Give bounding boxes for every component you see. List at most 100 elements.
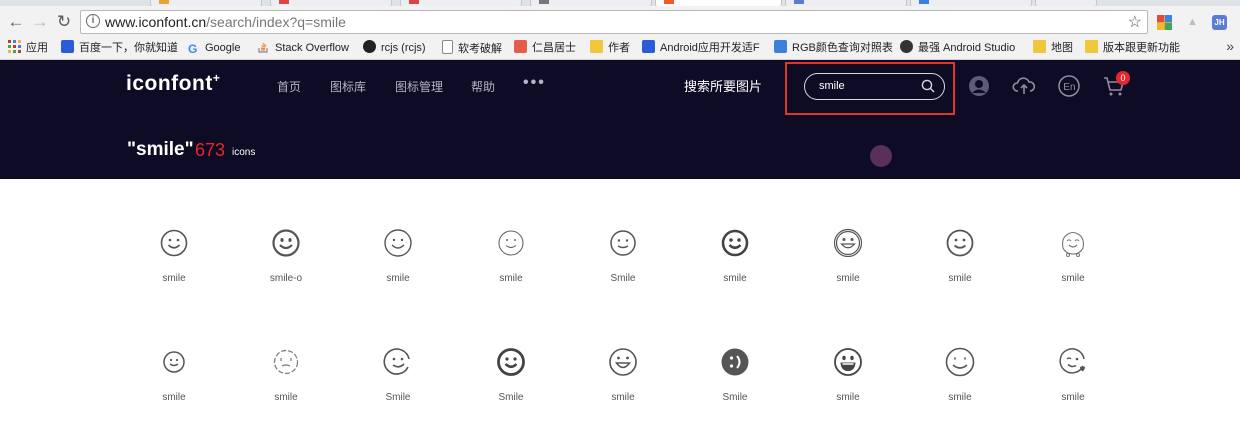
- search-icon[interactable]: [921, 79, 935, 93]
- search-box[interactable]: [804, 73, 945, 100]
- smile-wide-icon: [945, 347, 975, 377]
- icon-card-label: smile: [162, 392, 186, 403]
- icon-card[interactable]: smile: [920, 347, 1000, 427]
- language-en-icon[interactable]: En: [1057, 74, 1081, 98]
- icon-card[interactable]: smile: [920, 228, 1000, 308]
- bookmark-label: 百度一下，你就知道: [79, 42, 178, 54]
- bookmark-baidu[interactable]: 百度一下，你就知道: [61, 40, 178, 56]
- bookmark-stackoverflow[interactable]: Stack Overflow: [257, 40, 349, 56]
- site-logo[interactable]: iconfont+: [126, 71, 220, 96]
- smile-bold-icon: [721, 229, 749, 257]
- bookmark-github[interactable]: rcjs (rcjs): [363, 40, 426, 56]
- bookmark-renchang[interactable]: 仁昌居士: [514, 40, 576, 56]
- bookmark-google[interactable]: G Google: [188, 40, 240, 56]
- icon-card[interactable]: Smile: [358, 347, 438, 427]
- icon-card[interactable]: smile: [808, 228, 888, 308]
- search-by-image-link[interactable]: 搜索所要图片: [684, 76, 762, 95]
- search-result-unit: icons: [232, 147, 256, 158]
- icon-card[interactable]: smile: [1033, 228, 1113, 308]
- logo-text: iconfont: [126, 72, 213, 95]
- icon-card[interactable]: smile: [246, 347, 326, 427]
- tab-favicon-icon: [664, 0, 674, 4]
- icon-card-label: smile: [836, 392, 860, 403]
- back-arrow-icon[interactable]: ←: [6, 12, 26, 32]
- address-url[interactable]: www.iconfont.cn/search/index?q=smile: [105, 14, 346, 30]
- bookmark-folder-version[interactable]: 版本跟更新功能: [1085, 40, 1180, 56]
- icon-card[interactable]: smile: [134, 347, 214, 427]
- bookmark-star-icon[interactable]: ☆: [1128, 12, 1142, 32]
- bookmarks-bar: 应用 百度一下，你就知道 G Google Stack Overflow rcjs…: [0, 37, 1240, 60]
- bookmark-ruankao[interactable]: 软考破解: [442, 40, 502, 56]
- smile-laugh-icon: [834, 348, 862, 376]
- baidu-paw-icon: [642, 40, 655, 53]
- info-icon[interactable]: i: [86, 14, 100, 28]
- smile-small-icon: [610, 230, 636, 256]
- bookmark-apps[interactable]: 应用: [8, 40, 48, 56]
- github-icon: [363, 40, 376, 53]
- tab-favicon-icon: [539, 0, 549, 4]
- document-icon: [442, 40, 453, 54]
- icon-card[interactable]: smile-o: [246, 228, 326, 308]
- icon-card[interactable]: Smile: [695, 347, 775, 427]
- folder-icon: [1033, 40, 1046, 53]
- icon-card-label: smile: [499, 273, 523, 284]
- icon-card[interactable]: smile: [471, 228, 551, 308]
- icon-card[interactable]: Smile: [583, 228, 663, 308]
- forward-arrow-icon[interactable]: →: [30, 12, 50, 32]
- bookmark-label: 最强 Android Studio: [918, 42, 1016, 54]
- icon-card-label: Smile: [385, 392, 411, 403]
- tab-favicon-icon: [919, 0, 929, 4]
- smile-o-icon: [272, 229, 300, 257]
- jsonview-ext-icon[interactable]: [1157, 15, 1172, 30]
- icon-card[interactable]: smile: [358, 228, 438, 308]
- smile-plain-icon: [946, 229, 974, 257]
- icon-card[interactable]: Smile: [471, 347, 551, 427]
- cart-count-badge: 0: [1116, 71, 1130, 85]
- baidu-paw-icon: [61, 40, 74, 53]
- upload-cloud-icon[interactable]: [1012, 74, 1036, 98]
- bookmark-folder-author[interactable]: 作者: [590, 40, 630, 56]
- bookmark-android-studio[interactable]: 最强 Android Studio: [900, 40, 1015, 56]
- bookmark-rgb[interactable]: RGB颜色查询对照表: [774, 40, 893, 56]
- site-header: iconfont+ 首页 图标库 图标管理 帮助 ••• 搜索所要图片 En 0…: [0, 60, 1240, 179]
- url-path: /search/index?q=smile: [206, 14, 346, 30]
- logo-mark: +: [212, 71, 221, 85]
- bookmark-label: 软考破解: [458, 43, 502, 55]
- url-host: www.iconfont.cn: [105, 14, 207, 30]
- nav-home[interactable]: 首页: [277, 78, 301, 95]
- reload-icon[interactable]: ↻: [54, 12, 74, 32]
- icon-card-label: smile: [723, 273, 747, 284]
- smile-thick-icon: [497, 348, 525, 376]
- icon-card[interactable]: smile: [1033, 347, 1113, 427]
- bookmark-android-dev[interactable]: Android应用开发适F: [642, 40, 760, 56]
- folder-icon: [590, 40, 603, 53]
- nav-icon-management[interactable]: 图标管理: [395, 78, 443, 95]
- icon-card-label: smile: [162, 273, 186, 284]
- smile-thin-icon: [160, 229, 188, 257]
- bookmarks-overflow-icon[interactable]: »: [1226, 38, 1234, 54]
- bookmark-label: 地图: [1051, 42, 1073, 54]
- icon-card-label: smile: [948, 273, 972, 284]
- mouse-cursor-indicator: [870, 145, 892, 167]
- folder-icon: [1085, 40, 1098, 53]
- drive-ext-icon[interactable]: ▲: [1185, 15, 1200, 30]
- bookmark-folder-map[interactable]: 地图: [1033, 40, 1073, 56]
- icon-card[interactable]: smile: [134, 228, 214, 308]
- csdn-icon: [514, 40, 527, 53]
- nav-more-dots[interactable]: •••: [523, 74, 546, 92]
- bookmark-label: RGB颜色查询对照表: [792, 42, 893, 54]
- profile-jh-icon[interactable]: JH: [1212, 15, 1227, 30]
- nav-icon-library[interactable]: 图标库: [330, 78, 366, 95]
- search-input[interactable]: [819, 78, 915, 94]
- icon-card[interactable]: smile: [695, 228, 775, 308]
- icon-card-label: smile: [274, 392, 298, 403]
- address-bar[interactable]: i www.iconfont.cn/search/index?q=smile ☆: [80, 10, 1148, 34]
- smile-light-icon: [498, 230, 524, 256]
- icon-card[interactable]: smile: [583, 347, 663, 427]
- tab-favicon-icon: [409, 0, 419, 4]
- icon-card[interactable]: smile: [808, 347, 888, 427]
- nav-help[interactable]: 帮助: [471, 78, 495, 95]
- tab-favicon-icon: [279, 0, 289, 4]
- tab-favicon-icon: [159, 0, 169, 4]
- user-avatar-icon[interactable]: [967, 74, 991, 98]
